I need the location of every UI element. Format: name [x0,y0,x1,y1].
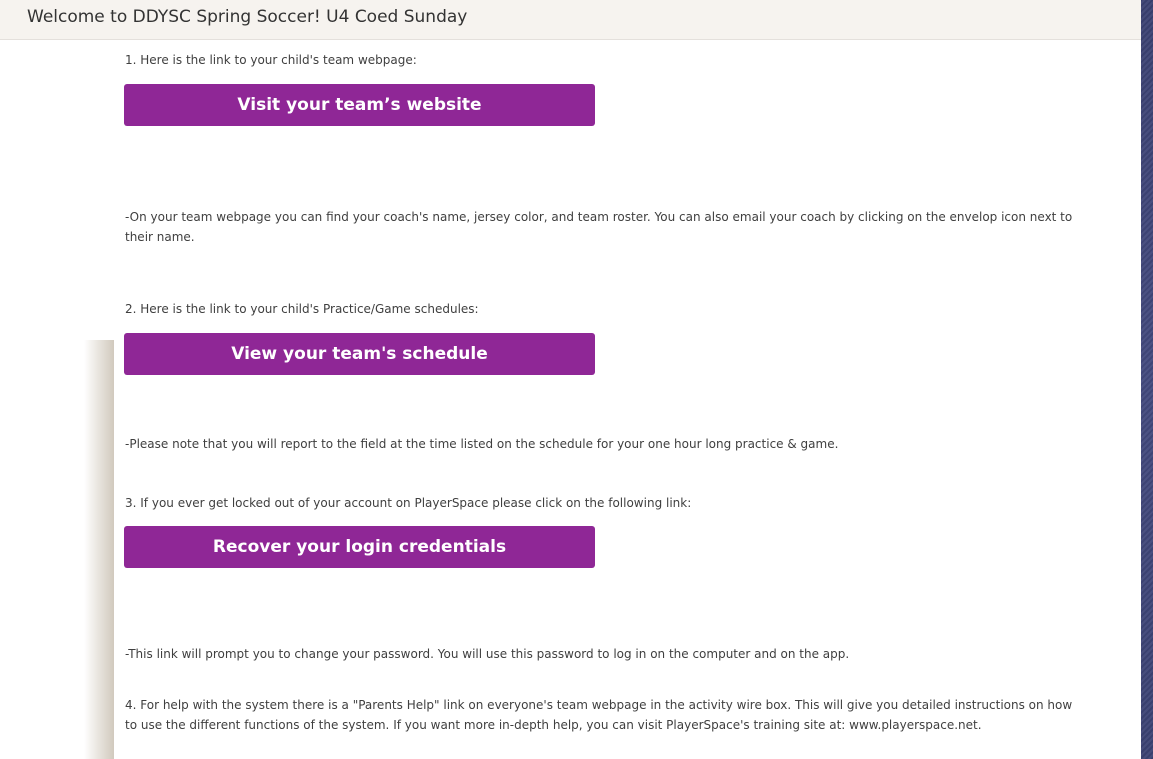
schedule-note: -Please note that you will report to the… [125,437,839,451]
email-window: Welcome to DDYSC Spring Soccer! U4 Coed … [0,0,1141,759]
help-info-paragraph: 4. For help with the system there is a "… [125,698,1073,732]
visit-team-website-button[interactable]: Visit your team’s website [124,84,595,126]
title-bar: Welcome to DDYSC Spring Soccer! U4 Coed … [0,0,1141,40]
team-webpage-intro: 1. Here is the link to your child's team… [125,53,417,67]
login-recovery-note: -This link will prompt you to change you… [125,647,850,661]
team-webpage-note: -On your team webpage you can find your … [125,210,1073,244]
email-body: 1. Here is the link to your child's team… [0,40,1141,759]
schedule-intro: 2. Here is the link to your child's Prac… [125,302,479,316]
view-team-schedule-button[interactable]: View your team's schedule [124,333,595,375]
background-photo-edge [84,340,114,759]
email-subject-title: Welcome to DDYSC Spring Soccer! U4 Coed … [27,7,468,27]
login-recovery-intro: 3. If you ever get locked out of your ac… [125,496,692,510]
recover-login-credentials-button[interactable]: Recover your login credentials [124,526,595,568]
